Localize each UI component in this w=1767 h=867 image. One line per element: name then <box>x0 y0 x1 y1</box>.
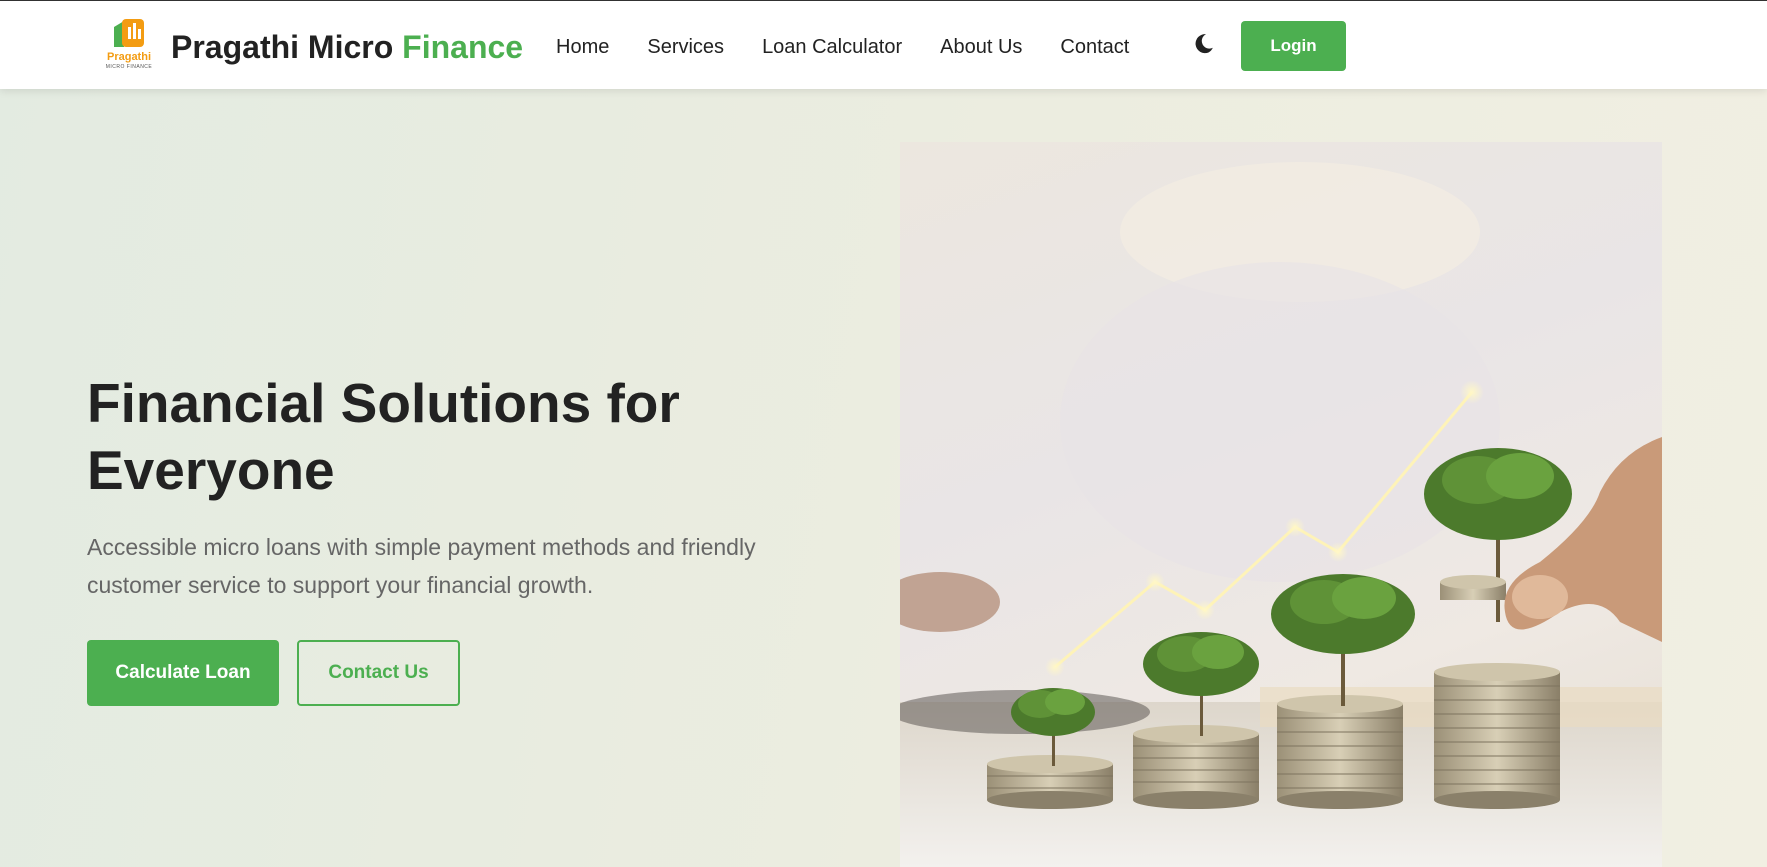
hero-title-line-1: Financial Solutions for <box>87 372 680 434</box>
brand-name-accent: Finance <box>402 29 524 65</box>
nav-about-us[interactable]: About Us <box>940 35 1022 59</box>
navbar: Pragathi MICRO FINANCE Pragathi Micro Fi… <box>0 1 1767 89</box>
hero-description: Accessible micro loans with simple payme… <box>87 528 817 604</box>
growth-coins-illustration <box>900 162 1662 867</box>
hero-image <box>900 142 1662 867</box>
logo-text: Pragathi <box>106 51 151 63</box>
main-nav: Home Services Loan Calculator About Us C… <box>556 35 1129 59</box>
login-button[interactable]: Login <box>1241 21 1346 71</box>
hero-title: Financial Solutions for Everyone <box>87 370 807 504</box>
moon-icon[interactable] <box>1192 32 1216 56</box>
brand-logo[interactable]: Pragathi MICRO FINANCE <box>100 17 158 73</box>
logo-mark-icon <box>114 19 144 47</box>
calculate-loan-button[interactable]: Calculate Loan <box>87 640 279 706</box>
hero-description-line-2: customer service to support your financi… <box>87 572 594 598</box>
brand-name[interactable]: Pragathi Micro Finance <box>171 27 523 67</box>
nav-home[interactable]: Home <box>556 35 609 59</box>
hero-title-line-2: Everyone <box>87 439 335 501</box>
logo-subtext: MICRO FINANCE <box>105 64 153 70</box>
nav-contact[interactable]: Contact <box>1060 35 1129 59</box>
contact-us-button[interactable]: Contact Us <box>297 640 460 706</box>
nav-loan-calculator[interactable]: Loan Calculator <box>762 35 902 59</box>
brand-name-primary: Pragathi Micro <box>171 29 394 65</box>
nav-services[interactable]: Services <box>647 35 724 59</box>
hero-description-line-1: Accessible micro loans with simple payme… <box>87 534 756 560</box>
